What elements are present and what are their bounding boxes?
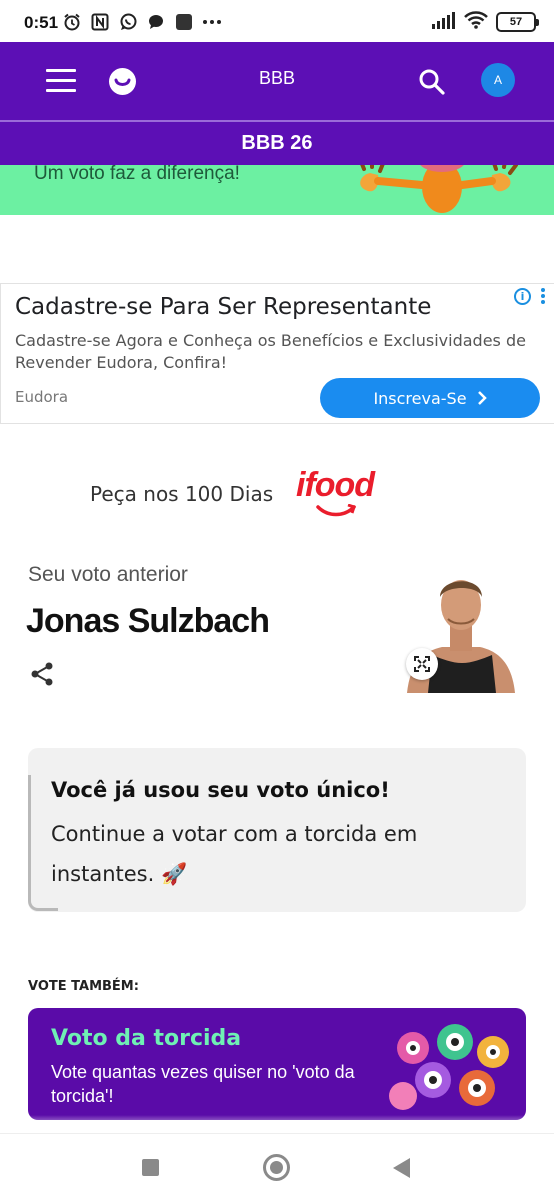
vote-also-label: VOTE TAMBÉM: (28, 979, 139, 994)
chevron-right-icon (477, 391, 487, 405)
vote-banner: Um voto faz a diferença! (0, 165, 554, 215)
ad-body: Cadastre-se Agora e Conheça os Benefício… (15, 331, 526, 372)
recents-icon[interactable] (142, 1159, 159, 1176)
back-icon[interactable] (393, 1158, 410, 1178)
ad-cta-label: Inscreva-Se (373, 388, 467, 408)
ifood-smile-icon (316, 504, 356, 517)
ad-cta-button[interactable]: Inscreva-Se (320, 378, 540, 418)
app-icon (174, 12, 194, 32)
previous-vote-label: Seu voto anterior (28, 563, 188, 586)
info-icon[interactable]: i (514, 288, 531, 305)
crowd-illustration (389, 1024, 509, 1110)
mascot-illustration (360, 165, 518, 213)
system-nav-bar (0, 1133, 554, 1200)
status-bar: 0:51 57 (0, 0, 554, 42)
torcida-vote-card[interactable]: Voto da torcida Vote quantas vezes quise… (28, 1008, 526, 1120)
more-vert-icon[interactable] (540, 288, 546, 306)
info-body: Continue a votar com a torcida em instan… (51, 822, 418, 886)
ad-title[interactable]: Cadastre-se Para Ser Representante (15, 294, 431, 320)
info-title: Você já usou seu voto único! (51, 778, 390, 802)
ad-card[interactable]: Cadastre-se Para Ser Representante Cadas… (0, 283, 554, 424)
previous-vote-name: Jonas Sulzbach (26, 602, 270, 640)
search-icon[interactable] (418, 68, 446, 96)
torcida-body: Vote quantas vezes quiser no 'voto da to… (51, 1062, 355, 1106)
ad-source: Eudora (15, 388, 69, 406)
header-title: BBB (258, 68, 296, 88)
chat-icon (146, 12, 166, 32)
torcida-title: Voto da torcida (51, 1026, 242, 1051)
ifood-logo: ifood (296, 466, 375, 504)
notification-icons (62, 12, 222, 32)
section-title: BBB 26 (241, 132, 313, 154)
battery-icon: 57 (496, 12, 539, 32)
ifood-promo[interactable]: Peça nos 100 Dias ifood (0, 460, 554, 530)
alarm-icon (62, 12, 82, 32)
info-box: Você já usou seu voto único! Continue a … (28, 748, 526, 912)
nfc-icon (90, 12, 110, 32)
home-icon[interactable] (263, 1154, 290, 1181)
scroll-fade (0, 1115, 554, 1133)
section-header: BBB 26 (0, 120, 554, 165)
wifi-icon (464, 11, 488, 33)
share-icon[interactable] (29, 661, 55, 687)
system-icons: 57 (432, 11, 539, 33)
promo-text: Peça nos 100 Dias (90, 482, 274, 506)
expand-icon[interactable] (406, 648, 438, 680)
signal-icon (432, 11, 456, 33)
app-header: BBB A (0, 42, 554, 120)
banner-text: Um voto faz a diferença! (34, 165, 240, 184)
avatar[interactable]: A (481, 63, 515, 97)
more-dots-icon (202, 12, 222, 32)
whatsapp-icon (118, 12, 138, 32)
status-time: 0:51 (24, 13, 59, 32)
